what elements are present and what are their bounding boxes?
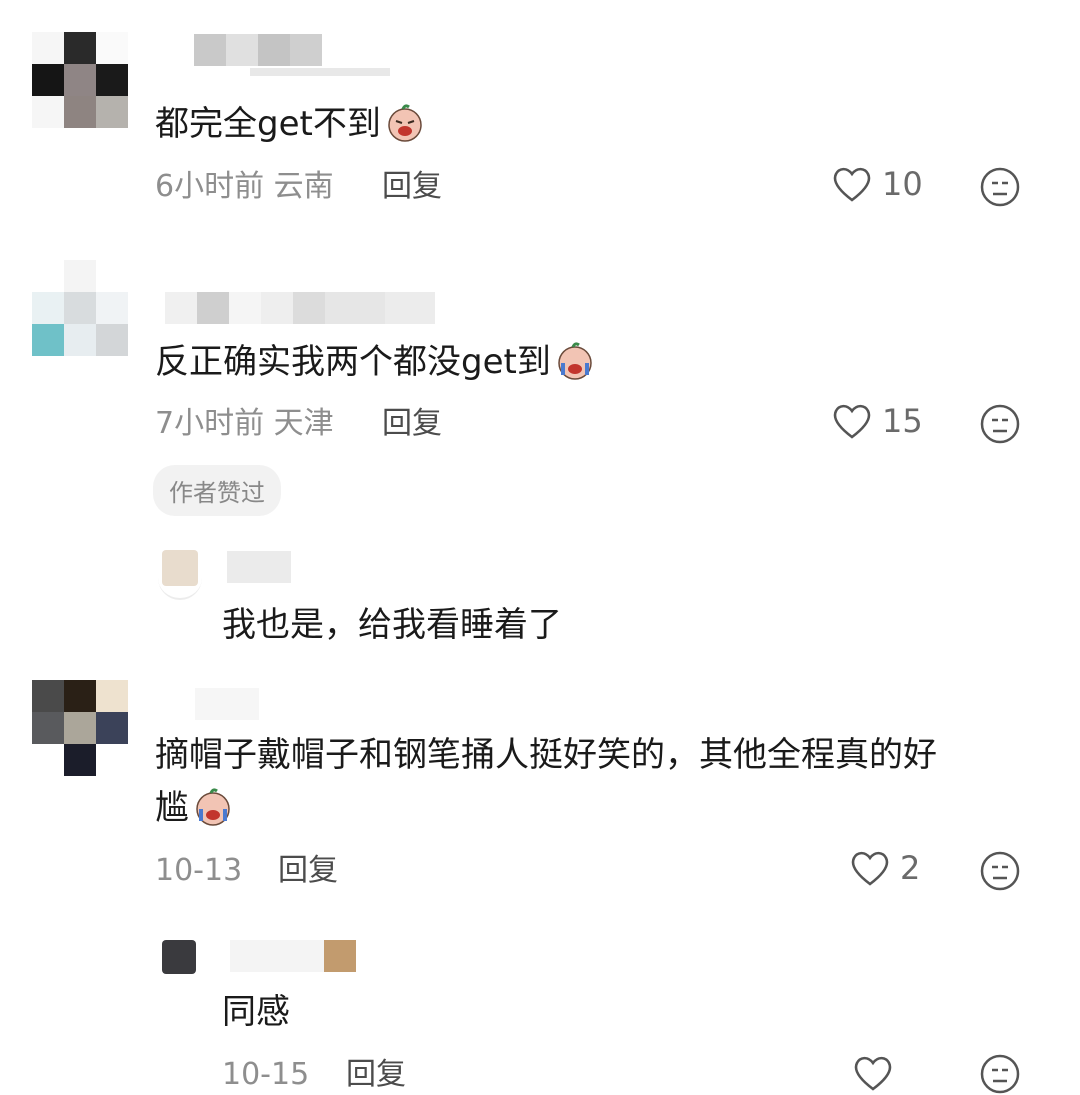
like-button[interactable]: 10: [830, 164, 923, 204]
username[interactable]: [165, 292, 435, 324]
crying-face-icon: [385, 103, 425, 143]
crying-face-icon: [555, 341, 595, 381]
reply-text: 我也是，给我看睡着了: [222, 605, 562, 645]
dislike-face-icon[interactable]: [979, 850, 1021, 892]
reply-button[interactable]: 回复: [382, 167, 442, 207]
username[interactable]: [227, 551, 291, 583]
timestamp: 10-15: [222, 1057, 310, 1092]
comment-text-line: 尴: [155, 788, 189, 828]
like-count: 2: [900, 849, 921, 887]
heart-icon[interactable]: [851, 1053, 895, 1093]
comment-meta: 7小时前 天津: [155, 404, 334, 444]
dislike-face-icon[interactable]: [979, 1053, 1021, 1095]
location: 天津: [273, 406, 334, 441]
comment-text-content: 都完全get不到: [155, 104, 381, 144]
username[interactable]: [230, 940, 356, 972]
avatar[interactable]: [162, 940, 196, 974]
comment-text-content: 反正确实我两个都没get到: [155, 342, 551, 382]
username-subtext: [250, 68, 390, 76]
avatar[interactable]: [32, 680, 128, 776]
avatar-ring: [158, 546, 202, 600]
reply-button[interactable]: 回复: [346, 1055, 406, 1095]
like-button[interactable]: 15: [830, 401, 923, 441]
comment-meta: 6小时前 云南: [155, 167, 334, 207]
avatar[interactable]: [32, 32, 128, 128]
timestamp: 7小时前: [155, 406, 265, 441]
location: 云南: [273, 169, 334, 204]
comment-text: 反正确实我两个都没get到: [155, 340, 595, 384]
timestamp: 6小时前: [155, 169, 265, 204]
like-button[interactable]: 2: [848, 848, 920, 888]
comment-text: 尴: [155, 786, 233, 830]
heart-icon: [833, 167, 871, 202]
dislike-face-icon[interactable]: [979, 166, 1021, 208]
heart-icon: [851, 851, 889, 886]
reply-button[interactable]: 回复: [382, 404, 442, 444]
like-count: 15: [882, 402, 923, 440]
reply-text: 同感: [222, 992, 290, 1032]
reply-button[interactable]: 回复: [278, 851, 338, 891]
crying-face-icon: [193, 787, 233, 827]
comment-text: 都完全get不到: [155, 102, 425, 146]
timestamp: 10-13: [155, 853, 243, 888]
like-count: 10: [882, 165, 923, 203]
heart-icon: [833, 404, 871, 439]
dislike-face-icon[interactable]: [979, 403, 1021, 445]
username[interactable]: [195, 688, 259, 720]
avatar[interactable]: [32, 260, 128, 356]
comment-text: 摘帽子戴帽子和钢笔捅人挺好笑的，其他全程真的好: [155, 733, 937, 777]
comment-text-line: 摘帽子戴帽子和钢笔捅人挺好笑的，其他全程真的好: [155, 735, 937, 775]
username[interactable]: [194, 34, 322, 66]
author-liked-badge: 作者赞过: [153, 465, 281, 516]
